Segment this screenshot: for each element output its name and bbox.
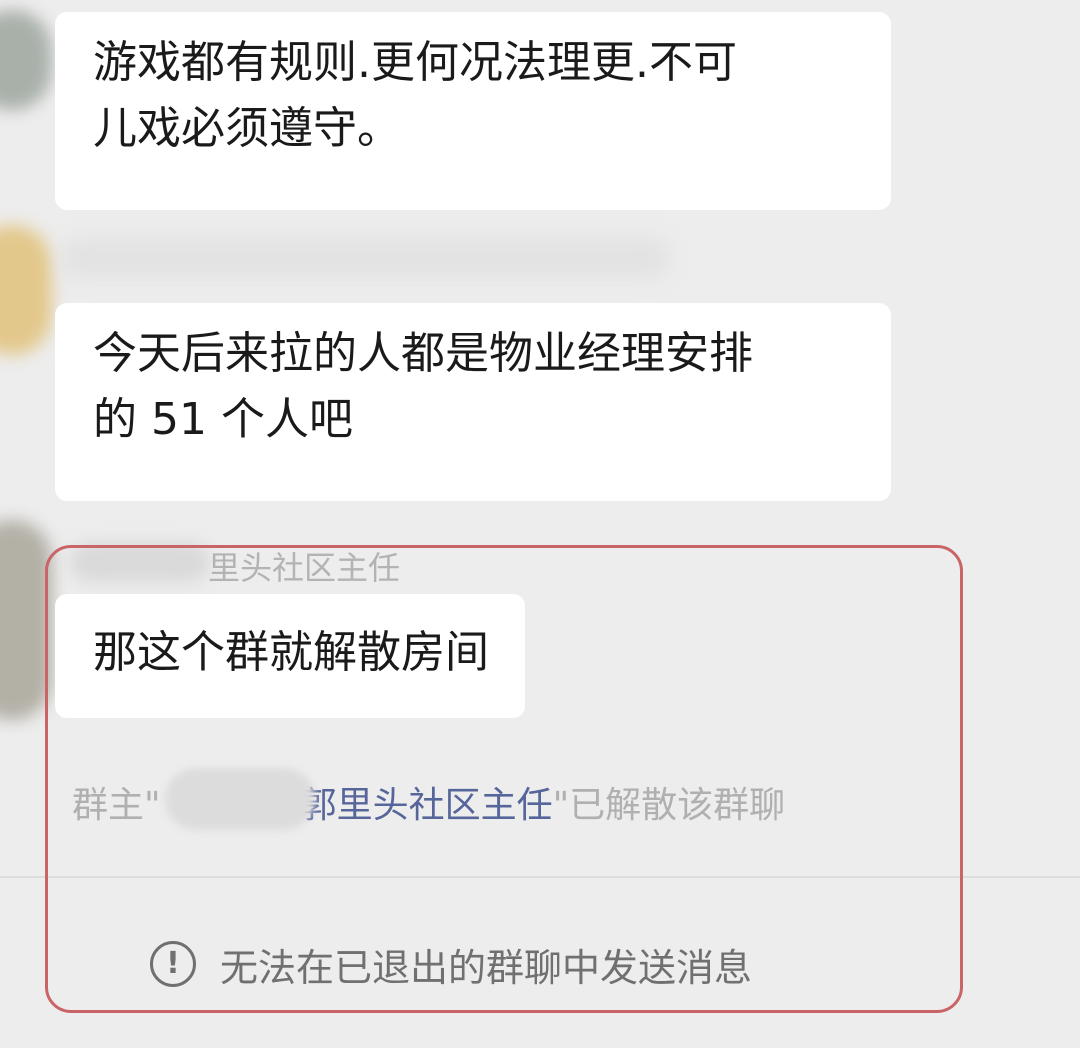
- message-text-line: 游戏都有规则.更何况法理更.不可: [93, 37, 737, 88]
- avatar[interactable]: [0, 10, 52, 110]
- blurred-sender-name: [60, 238, 670, 278]
- message-text-line: 的 51 个人吧: [93, 394, 353, 445]
- message-bubble[interactable]: 游戏都有规则.更何况法理更.不可 儿戏必须遵守。: [55, 12, 891, 210]
- message-text-line: 今天后来拉的人都是物业经理安排: [93, 328, 753, 379]
- highlight-box: [45, 545, 963, 1013]
- avatar[interactable]: [0, 225, 52, 355]
- message-bubble[interactable]: 今天后来拉的人都是物业经理安排 的 51 个人吧: [55, 303, 891, 501]
- message-text-line: 儿戏必须遵守。: [93, 103, 401, 154]
